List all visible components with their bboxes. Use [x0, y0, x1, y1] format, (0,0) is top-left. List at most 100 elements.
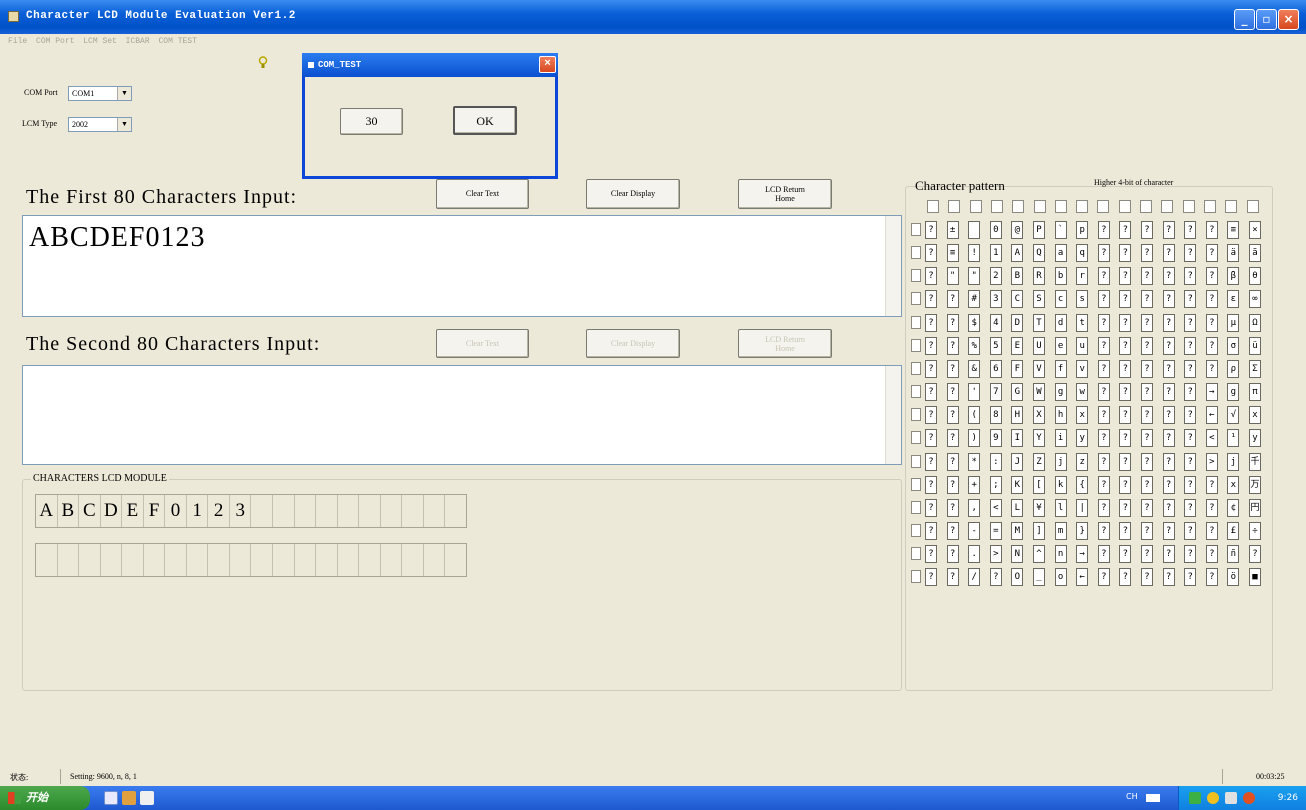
pattern-cell[interactable]: V	[1033, 359, 1045, 378]
lower-bit-checkbox[interactable]	[911, 547, 921, 561]
pattern-cell[interactable]: ¥	[1033, 498, 1045, 517]
pattern-cell[interactable]: ?	[1141, 290, 1153, 309]
dialog-title-bar[interactable]: COM_TEST ×	[302, 53, 558, 77]
pattern-cell[interactable]: ?	[946, 313, 959, 332]
pattern-cell[interactable]: I	[1011, 429, 1024, 448]
close-button[interactable]: ×	[1278, 9, 1299, 30]
pattern-cell[interactable]: ?	[1184, 568, 1197, 587]
pattern-cell[interactable]: W	[1033, 383, 1045, 402]
clear-text-button-2[interactable]: Clear Text	[436, 329, 529, 358]
pattern-cell[interactable]: ?	[925, 429, 937, 448]
pattern-cell[interactable]: ?	[1119, 429, 1132, 448]
pattern-cell[interactable]: √	[1227, 406, 1240, 425]
pattern-cell[interactable]: ?	[1141, 313, 1153, 332]
pattern-cell[interactable]: ?	[1184, 383, 1197, 402]
security-icon[interactable]	[1207, 792, 1219, 804]
pattern-cell[interactable]: ?	[1162, 406, 1175, 425]
pattern-cell[interactable]: x	[1076, 406, 1089, 425]
pattern-cell[interactable]: ?	[1119, 359, 1132, 378]
pattern-cell[interactable]: J	[1011, 452, 1024, 471]
media-icon[interactable]	[122, 791, 136, 805]
pattern-cell[interactable]: 4	[989, 313, 1002, 332]
pattern-cell[interactable]: ?	[925, 521, 937, 540]
pattern-cell[interactable]: |	[1076, 498, 1089, 517]
pattern-cell[interactable]: ?	[1119, 406, 1132, 425]
pattern-cell[interactable]: n	[1054, 545, 1067, 564]
pattern-cell[interactable]: ?	[925, 452, 937, 471]
pattern-cell[interactable]: 千	[1249, 452, 1261, 471]
pattern-cell[interactable]: l	[1054, 498, 1067, 517]
pattern-cell[interactable]: %	[968, 336, 981, 355]
second-input-field[interactable]	[22, 365, 902, 465]
pattern-cell[interactable]: d	[1054, 313, 1067, 332]
pattern-cell[interactable]: .	[968, 545, 981, 564]
com-port-select[interactable]: COM1 ▼	[68, 86, 132, 101]
chevron-down-icon[interactable]: ▼	[117, 87, 131, 100]
pattern-cell[interactable]: 1	[989, 244, 1002, 263]
pattern-cell[interactable]: i	[1054, 429, 1067, 448]
pattern-cell[interactable]: x	[1249, 406, 1261, 425]
pattern-cell[interactable]: ?	[1119, 452, 1132, 471]
higher-bit-checkbox[interactable]	[1054, 200, 1067, 213]
pattern-cell[interactable]: ?	[925, 221, 937, 239]
lower-bit-checkbox[interactable]	[911, 477, 921, 491]
pattern-cell[interactable]: ?	[1162, 244, 1175, 263]
pattern-cell[interactable]: ?	[1141, 452, 1153, 471]
higher-bit-checkbox[interactable]	[1012, 200, 1025, 213]
menu-lcm-set[interactable]: LCM Set	[83, 37, 117, 46]
pattern-cell[interactable]: 2	[989, 267, 1002, 286]
pattern-cell[interactable]: ?	[1097, 359, 1110, 378]
pattern-cell[interactable]: g	[1054, 383, 1067, 402]
pattern-cell[interactable]: ?	[1097, 545, 1110, 564]
pattern-cell[interactable]: ;	[989, 475, 1002, 494]
pattern-cell[interactable]: p	[1076, 221, 1089, 239]
pattern-cell[interactable]: H	[1011, 406, 1024, 425]
pattern-cell[interactable]: ?	[1184, 290, 1197, 309]
pattern-cell[interactable]: a	[1054, 244, 1067, 263]
pattern-cell[interactable]: M	[1011, 521, 1024, 540]
pattern-cell[interactable]: 7	[989, 383, 1002, 402]
pattern-cell[interactable]: ?	[1162, 221, 1175, 239]
pattern-cell[interactable]: ?	[1205, 545, 1218, 564]
pattern-cell[interactable]: ?	[1097, 498, 1110, 517]
pattern-cell[interactable]: C	[1011, 290, 1024, 309]
title-bar[interactable]: Character LCD Module Evaluation Ver1.2 _…	[0, 0, 1306, 34]
higher-bit-checkbox[interactable]	[969, 200, 982, 213]
pattern-cell[interactable]: ?	[1205, 267, 1218, 286]
pattern-cell[interactable]: @	[1011, 221, 1024, 239]
pattern-cell[interactable]: ■	[1249, 568, 1261, 587]
pattern-cell[interactable]: $	[968, 313, 981, 332]
pattern-cell[interactable]: X	[1033, 406, 1045, 425]
pattern-cell[interactable]: 9	[989, 429, 1002, 448]
higher-bit-checkbox[interactable]	[948, 200, 961, 213]
clear-display-button-1[interactable]: Clear Display	[586, 179, 680, 209]
lower-bit-checkbox[interactable]	[911, 292, 921, 306]
pattern-cell[interactable]: ?	[1184, 336, 1197, 355]
pattern-cell[interactable]: Z	[1033, 452, 1045, 471]
pattern-cell[interactable]: G	[1011, 383, 1024, 402]
scrollbar[interactable]	[885, 366, 901, 464]
pattern-cell[interactable]: 0	[989, 221, 1002, 239]
pattern-cell[interactable]: +	[968, 475, 981, 494]
pattern-cell[interactable]: ?	[946, 452, 959, 471]
pattern-cell[interactable]: ?	[946, 290, 959, 309]
pattern-cell[interactable]: R	[1033, 267, 1045, 286]
pattern-cell[interactable]: ?	[925, 244, 937, 263]
pattern-cell[interactable]: *	[968, 452, 981, 471]
volume-icon[interactable]	[1225, 792, 1237, 804]
pattern-cell[interactable]: {	[1076, 475, 1089, 494]
pattern-cell[interactable]: ?	[1184, 406, 1197, 425]
higher-bit-checkbox[interactable]	[1118, 200, 1131, 213]
pattern-cell[interactable]: ?	[1141, 336, 1153, 355]
scrollbar[interactable]	[885, 216, 901, 316]
higher-bit-checkbox[interactable]	[1182, 200, 1195, 213]
lower-bit-checkbox[interactable]	[911, 338, 921, 352]
pattern-cell[interactable]: >	[989, 545, 1002, 564]
pattern-cell[interactable]: <	[1205, 429, 1218, 448]
pattern-cell[interactable]: K	[1011, 475, 1024, 494]
pattern-cell[interactable]: ?	[1162, 429, 1175, 448]
pattern-cell[interactable]: ?	[925, 568, 937, 587]
pattern-cell[interactable]: 円	[1249, 498, 1261, 517]
higher-bit-checkbox[interactable]	[927, 200, 939, 213]
pattern-cell[interactable]: ?	[925, 545, 937, 564]
